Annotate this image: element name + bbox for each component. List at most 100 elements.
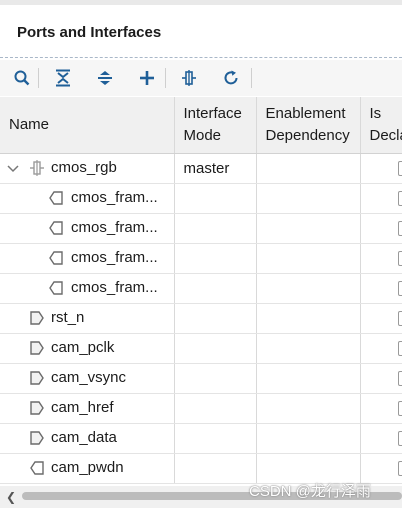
table-row[interactable]: cam_pwdn: [0, 453, 402, 484]
table-row[interactable]: cmos_fram...: [0, 243, 402, 274]
is-declared-cell[interactable]: [360, 153, 402, 184]
is-declared-cell[interactable]: [360, 243, 402, 274]
interface-mode-cell[interactable]: [174, 333, 257, 364]
input-port-icon: [30, 311, 44, 325]
watermark: CSDN @龙行泽雨: [249, 483, 371, 500]
enablement-dependency-cell[interactable]: [256, 363, 361, 394]
table-row[interactable]: cmos_fram...: [0, 273, 402, 304]
interface-mode-cell[interactable]: [174, 213, 257, 244]
is-declared-cell[interactable]: [360, 303, 402, 334]
port-name: cmos_fram...: [71, 249, 158, 266]
column-header-name[interactable]: Name: [0, 97, 175, 154]
search-icon[interactable]: [9, 65, 35, 91]
port-name: cam_vsync: [51, 369, 127, 386]
enablement-dependency-cell[interactable]: [256, 453, 361, 484]
name-cell[interactable]: cam_pclk: [0, 333, 175, 364]
is-declared-checkbox[interactable]: [397, 280, 402, 296]
table-row[interactable]: cam_href: [0, 393, 402, 424]
enablement-dependency-cell[interactable]: [256, 183, 361, 214]
output-port-icon: [49, 221, 63, 235]
enablement-dependency-cell[interactable]: [256, 303, 361, 334]
is-declared-checkbox[interactable]: [397, 340, 402, 356]
name-cell[interactable]: cmos_fram...: [0, 213, 175, 244]
port-name: cmos_fram...: [71, 189, 158, 206]
interface-mode-cell[interactable]: [174, 273, 257, 304]
enablement-dependency-cell[interactable]: [256, 243, 361, 274]
column-header-enablement-dependency[interactable]: Enablement Dependency: [256, 97, 361, 154]
interface-mode-cell[interactable]: [174, 453, 257, 484]
column-header-interface-mode[interactable]: Interface Mode: [174, 97, 257, 154]
interface-icon[interactable]: [176, 65, 202, 91]
is-declared-checkbox[interactable]: [397, 460, 402, 476]
is-declared-checkbox[interactable]: [397, 400, 402, 416]
output-port-icon: [49, 191, 63, 205]
table-row[interactable]: cmos_fram...: [0, 213, 402, 244]
collapse-all-icon[interactable]: [50, 65, 76, 91]
port-name: cmos_fram...: [71, 219, 158, 236]
port-name: cam_pwdn: [51, 459, 124, 476]
is-declared-cell[interactable]: [360, 393, 402, 424]
name-cell[interactable]: cmos_rgb: [0, 153, 175, 184]
interface-mode-cell[interactable]: [174, 423, 257, 454]
is-declared-checkbox[interactable]: [397, 310, 402, 326]
output-port-icon: [49, 281, 63, 295]
enablement-dependency-cell[interactable]: [256, 333, 361, 364]
table-row[interactable]: cam_vsync: [0, 363, 402, 394]
enablement-dependency-cell[interactable]: [256, 393, 361, 424]
name-cell[interactable]: cmos_fram...: [0, 273, 175, 304]
is-declared-checkbox[interactable]: [397, 220, 402, 236]
table-row[interactable]: cam_data: [0, 423, 402, 454]
toolbar-separator: [165, 68, 166, 88]
is-declared-checkbox[interactable]: [397, 190, 402, 206]
input-port-icon: [30, 401, 44, 415]
name-cell[interactable]: rst_n: [0, 303, 175, 334]
output-port-icon: [30, 461, 44, 475]
interface-mode-cell[interactable]: [174, 243, 257, 274]
name-cell[interactable]: cam_href: [0, 393, 175, 424]
toolbar-separator: [251, 68, 252, 88]
is-declared-cell[interactable]: [360, 333, 402, 364]
enablement-dependency-cell[interactable]: [256, 213, 361, 244]
is-declared-cell[interactable]: [360, 423, 402, 454]
interface-mode-cell[interactable]: [174, 183, 257, 214]
port-name: cmos_fram...: [71, 279, 158, 296]
panel-top-border: [0, 0, 402, 5]
interface-mode-cell[interactable]: [174, 363, 257, 394]
add-icon[interactable]: [134, 65, 160, 91]
interface-mode-cell[interactable]: [174, 303, 257, 334]
is-declared-cell[interactable]: [360, 363, 402, 394]
name-cell[interactable]: cmos_fram...: [0, 243, 175, 274]
is-declared-checkbox[interactable]: [397, 370, 402, 386]
input-port-icon: [30, 431, 44, 445]
is-declared-checkbox[interactable]: [397, 160, 402, 176]
interface-port-icon: [30, 160, 44, 176]
scroll-left-icon[interactable]: ❮: [6, 490, 16, 504]
name-cell[interactable]: cam_data: [0, 423, 175, 454]
enablement-dependency-cell[interactable]: [256, 423, 361, 454]
toolbar: [0, 60, 402, 96]
enablement-dependency-cell[interactable]: [256, 273, 361, 304]
table-header-row: Name Interface Mode Enablement Dependency …: [0, 97, 402, 154]
expand-all-icon[interactable]: [92, 65, 118, 91]
is-declared-checkbox[interactable]: [397, 430, 402, 446]
table-row[interactable]: cam_pclk: [0, 333, 402, 364]
chevron-down-icon[interactable]: [7, 163, 19, 175]
toolbar-separator: [38, 68, 39, 88]
column-header-is-declared[interactable]: IsDecla: [360, 97, 402, 154]
table-row[interactable]: cmos_rgb master: [0, 153, 402, 184]
name-cell[interactable]: cmos_fram...: [0, 183, 175, 214]
table-row[interactable]: cmos_fram...: [0, 183, 402, 214]
name-cell[interactable]: cam_pwdn: [0, 453, 175, 484]
is-declared-cell[interactable]: [360, 183, 402, 214]
interface-mode-cell[interactable]: master: [174, 153, 257, 184]
is-declared-checkbox[interactable]: [397, 250, 402, 266]
is-declared-cell[interactable]: [360, 273, 402, 304]
table-row[interactable]: rst_n: [0, 303, 402, 334]
is-declared-cell[interactable]: [360, 453, 402, 484]
name-cell[interactable]: cam_vsync: [0, 363, 175, 394]
refresh-icon[interactable]: [218, 65, 244, 91]
port-name: rst_n: [51, 309, 85, 326]
enablement-dependency-cell[interactable]: [256, 153, 361, 184]
interface-mode-cell[interactable]: [174, 393, 257, 424]
is-declared-cell[interactable]: [360, 213, 402, 244]
